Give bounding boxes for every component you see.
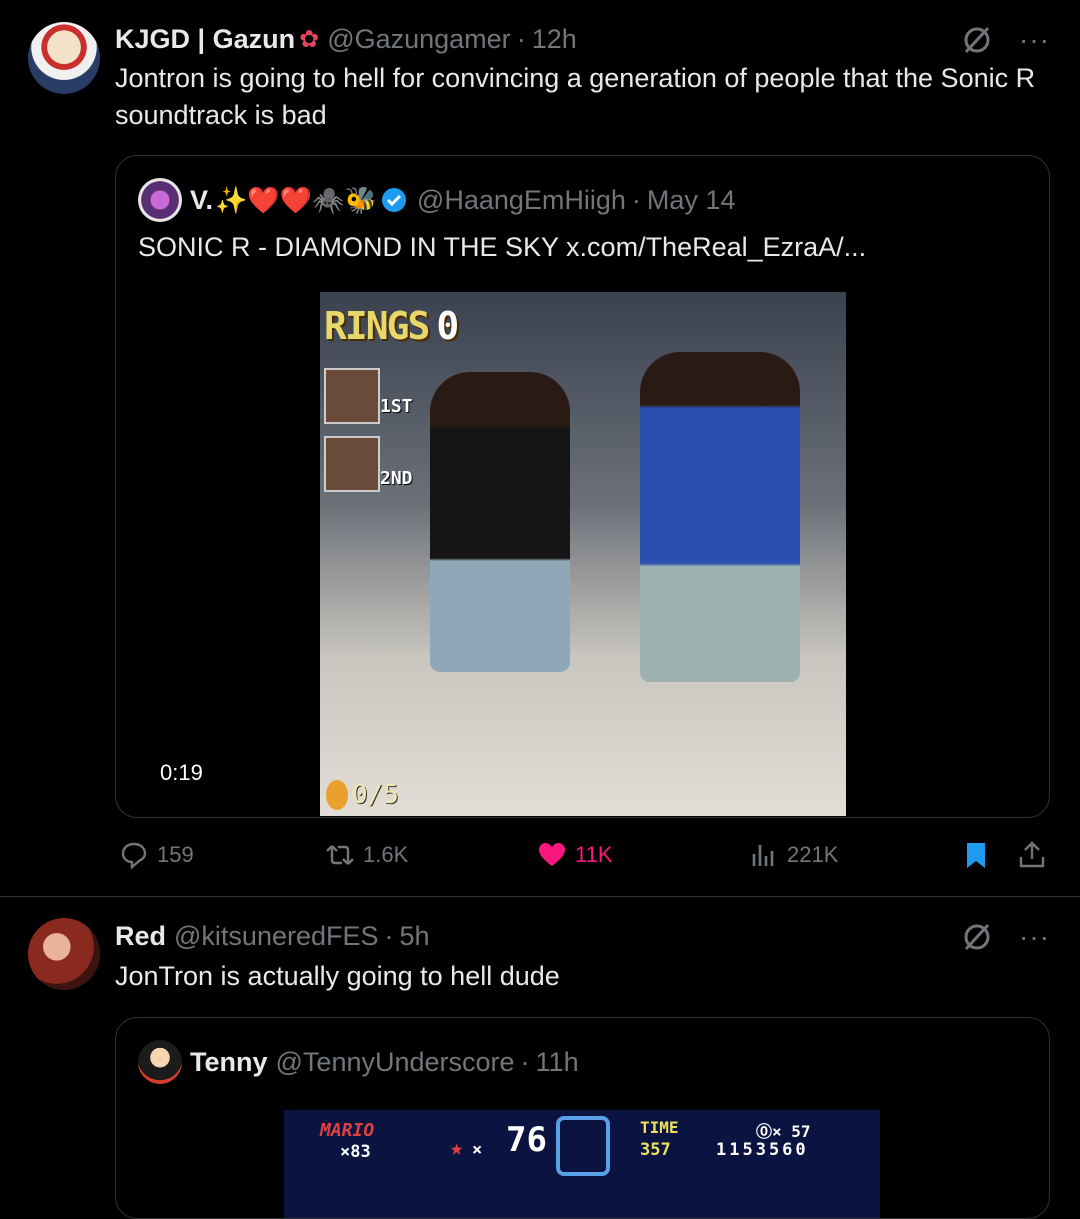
- bookmark-icon: [967, 843, 985, 868]
- video-figure: [430, 372, 570, 672]
- author-handle[interactable]: @kitsuneredFES: [174, 921, 379, 952]
- timestamp[interactable]: 5h: [400, 921, 430, 952]
- repost-button[interactable]: 1.6K: [325, 840, 408, 870]
- video-thumbnail[interactable]: MARIO ×83 ★ × 76 TIME 357 ⓪× 57 1153560: [284, 1110, 880, 1218]
- separator: ·: [516, 24, 526, 54]
- tweet-text: JonTron is actually going to hell dude: [115, 961, 560, 991]
- repost-icon: [326, 845, 354, 865]
- author-name[interactable]: KJGD | Gazun: [115, 24, 295, 55]
- tweet[interactable]: Red @kitsuneredFES · 5h ··· JonTron is a…: [0, 897, 1080, 1219]
- tweet-text: Jontron is going to hell for convincing …: [115, 63, 1036, 130]
- repost-count: 1.6K: [363, 842, 409, 867]
- separator: ·: [520, 1046, 530, 1077]
- author-name[interactable]: Red: [115, 921, 166, 952]
- hud-second: 2ND: [380, 468, 413, 489]
- quote-text: SONIC R - DIAMOND IN THE SKY x.com/TheRe…: [138, 232, 867, 262]
- quote-author-name: Tenny: [190, 1046, 268, 1077]
- more-icon[interactable]: ···: [1019, 26, 1050, 54]
- tweet-header: KJGD | Gazun ✿ @Gazungamer · 12h: [115, 24, 577, 55]
- quote-author-name: V.: [190, 184, 214, 215]
- share-icon: [1019, 841, 1045, 868]
- flower-badge-icon: ✿: [299, 26, 320, 53]
- like-button[interactable]: 11K: [537, 840, 613, 870]
- name-emojis: ✨❤️❤️🕷️🐝: [215, 184, 377, 215]
- share-button[interactable]: [1017, 840, 1055, 870]
- hud-coins: ⓪× 57: [756, 1122, 811, 1141]
- quote-timestamp: May 14: [646, 184, 736, 215]
- timestamp[interactable]: 12h: [532, 24, 577, 55]
- views-count: 221K: [787, 842, 839, 867]
- quoted-tweet[interactable]: Tenny @TennyUnderscore · 11h MARIO ×83 ★…: [115, 1017, 1050, 1219]
- author-handle[interactable]: @Gazungamer: [327, 24, 511, 55]
- hud-score: 1153560: [716, 1140, 809, 1160]
- tweet[interactable]: KJGD | Gazun ✿ @Gazungamer · 12h ··· Jon…: [0, 0, 1080, 897]
- coin-icon: [326, 780, 348, 810]
- item-box: [556, 1116, 610, 1176]
- quote-author-handle: @TennyUnderscore: [275, 1046, 515, 1077]
- quoted-tweet[interactable]: V. ✨❤️❤️🕷️🐝 @HaangEmHiigh · May 14 SONIC…: [115, 155, 1050, 818]
- reply-count: 159: [157, 842, 194, 867]
- like-count: 11K: [575, 842, 613, 867]
- avatar[interactable]: [28, 22, 100, 94]
- reply-button[interactable]: 159: [119, 840, 194, 870]
- quote-timestamp: 11h: [535, 1046, 579, 1077]
- like-icon: [539, 843, 565, 866]
- hud-coins-value: 0/5: [352, 780, 399, 810]
- views-button[interactable]: 221K: [749, 840, 838, 870]
- hud-rings-value: 0: [436, 304, 459, 348]
- hud-rings: RINGS 0: [324, 304, 459, 348]
- hud-rings-label: RINGS: [324, 304, 430, 348]
- video-figure: [640, 352, 800, 682]
- separator: ·: [384, 921, 394, 951]
- hud-coins: 0/5: [326, 780, 399, 810]
- hud-portrait: [324, 368, 380, 424]
- grok-icon[interactable]: [961, 24, 993, 56]
- quote-header: Tenny @TennyUnderscore · 11h: [138, 1040, 579, 1084]
- tweet-header: Red @kitsuneredFES · 5h: [115, 921, 430, 952]
- tweet-top-actions: ···: [961, 921, 1050, 953]
- bookmark-button[interactable]: [961, 840, 999, 870]
- verified-icon: [381, 188, 406, 212]
- views-icon: [752, 845, 774, 866]
- more-icon[interactable]: ···: [1019, 923, 1050, 951]
- separator: ·: [631, 184, 641, 215]
- hud-time-value: 357: [640, 1140, 671, 1160]
- hud-mario: MARIO: [320, 1120, 375, 1141]
- video-thumbnail[interactable]: RINGS 0 1ST 2ND 0/5: [320, 292, 846, 816]
- grok-icon[interactable]: [961, 921, 993, 953]
- quote-avatar: [138, 178, 182, 222]
- hud-time-label: TIME: [640, 1118, 679, 1137]
- hud-stars: ×: [472, 1140, 483, 1160]
- quote-author-handle: @HaangEmHiigh: [416, 184, 626, 215]
- quote-avatar: [138, 1040, 182, 1084]
- hud-lives: ×83: [340, 1142, 371, 1162]
- reply-icon: [121, 842, 147, 870]
- hud-star-count: 76: [506, 1120, 547, 1160]
- hud-portrait: [324, 436, 380, 492]
- star-icon: ★: [450, 1136, 464, 1161]
- tweet-actions: 159 1.6K 11K 221K: [115, 840, 1050, 876]
- video-duration: 0:19: [152, 756, 211, 790]
- hud-first: 1ST: [380, 396, 413, 417]
- avatar[interactable]: [28, 918, 100, 990]
- quote-header: V. ✨❤️❤️🕷️🐝 @HaangEmHiigh · May 14: [138, 178, 735, 222]
- tweet-top-actions: ···: [961, 24, 1050, 56]
